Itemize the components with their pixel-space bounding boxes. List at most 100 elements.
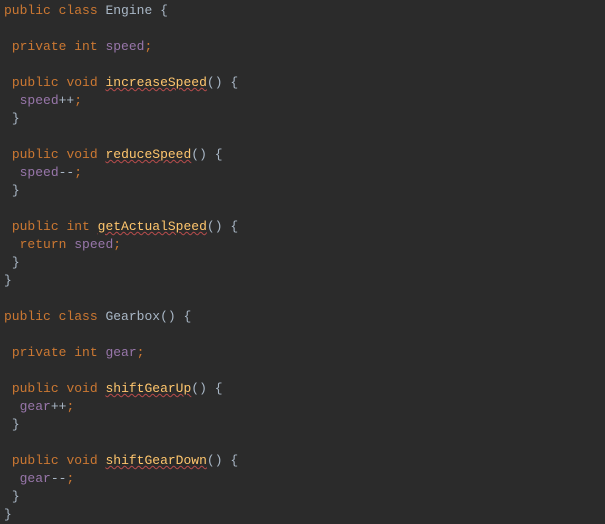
field-speed: speed	[20, 165, 59, 180]
close-paren: )	[215, 453, 223, 468]
open-brace: {	[160, 3, 168, 18]
open-brace: {	[230, 75, 238, 90]
open-brace: {	[215, 381, 223, 396]
code-line: }	[4, 110, 601, 128]
field-speed: speed	[105, 39, 144, 54]
semicolon: ;	[66, 399, 74, 414]
close-brace: }	[12, 183, 20, 198]
code-line	[4, 20, 601, 38]
keyword-void: void	[66, 381, 97, 396]
keyword-void: void	[66, 75, 97, 90]
class-name: Gearbox	[105, 309, 160, 324]
method-shiftGearUp: shiftGearUp	[105, 381, 191, 396]
keyword-private: private	[12, 39, 67, 54]
code-line	[4, 326, 601, 344]
keyword-class: class	[59, 309, 98, 324]
keyword-public: public	[4, 309, 51, 324]
keyword-public: public	[12, 147, 59, 162]
code-line	[4, 56, 601, 74]
operator-decrement: --	[59, 165, 75, 180]
method-getActualSpeed: getActualSpeed	[98, 219, 207, 234]
semicolon: ;	[137, 345, 145, 360]
code-line: }	[4, 488, 601, 506]
open-paren: (	[207, 219, 215, 234]
code-line: gear--;	[4, 470, 601, 488]
code-line: }	[4, 182, 601, 200]
keyword-int: int	[74, 345, 97, 360]
code-line: return speed;	[4, 236, 601, 254]
method-shiftGearDown: shiftGearDown	[105, 453, 206, 468]
keyword-int: int	[74, 39, 97, 54]
open-brace: {	[230, 219, 238, 234]
close-brace: }	[4, 507, 12, 522]
close-brace: }	[12, 111, 20, 126]
open-paren: (	[207, 453, 215, 468]
code-line: }	[4, 272, 601, 290]
keyword-return: return	[20, 237, 67, 252]
semicolon: ;	[74, 165, 82, 180]
open-brace: {	[230, 453, 238, 468]
semicolon: ;	[74, 93, 82, 108]
code-editor[interactable]: public class Engine { private int speed;…	[4, 2, 601, 524]
code-line: private int gear;	[4, 344, 601, 362]
keyword-void: void	[66, 453, 97, 468]
keyword-public: public	[12, 219, 59, 234]
keyword-public: public	[12, 453, 59, 468]
field-gear: gear	[20, 471, 51, 486]
open-paren: (	[191, 381, 199, 396]
code-line: }	[4, 254, 601, 272]
close-paren: )	[199, 147, 207, 162]
code-line: speed++;	[4, 92, 601, 110]
open-paren: (	[191, 147, 199, 162]
field-gear: gear	[105, 345, 136, 360]
open-paren: (	[207, 75, 215, 90]
code-line: public class Engine {	[4, 2, 601, 20]
keyword-void: void	[66, 147, 97, 162]
close-paren: )	[215, 219, 223, 234]
method-reduceSpeed: reduceSpeed	[105, 147, 191, 162]
code-line: public void increaseSpeed() {	[4, 74, 601, 92]
code-line: public void shiftGearDown() {	[4, 452, 601, 470]
operator-increment: ++	[59, 93, 75, 108]
code-line: }	[4, 506, 601, 524]
close-brace: }	[12, 489, 20, 504]
code-line	[4, 290, 601, 308]
code-line: gear++;	[4, 398, 601, 416]
method-increaseSpeed: increaseSpeed	[105, 75, 206, 90]
close-brace: }	[4, 273, 12, 288]
field-speed: speed	[20, 93, 59, 108]
code-line: private int speed;	[4, 38, 601, 56]
keyword-public: public	[4, 3, 51, 18]
code-line	[4, 200, 601, 218]
open-brace: {	[184, 309, 192, 324]
code-line: }	[4, 416, 601, 434]
code-line: speed--;	[4, 164, 601, 182]
class-name: Engine	[105, 3, 152, 18]
keyword-class: class	[59, 3, 98, 18]
field-gear: gear	[20, 399, 51, 414]
code-line: public void shiftGearUp() {	[4, 380, 601, 398]
open-paren: (	[160, 309, 168, 324]
close-paren: )	[168, 309, 176, 324]
close-brace: }	[12, 417, 20, 432]
code-line	[4, 128, 601, 146]
keyword-public: public	[12, 75, 59, 90]
keyword-public: public	[12, 381, 59, 396]
operator-increment: ++	[51, 399, 67, 414]
open-brace: {	[215, 147, 223, 162]
close-brace: }	[12, 255, 20, 270]
keyword-int: int	[66, 219, 89, 234]
operator-decrement: --	[51, 471, 67, 486]
code-line	[4, 362, 601, 380]
semicolon: ;	[66, 471, 74, 486]
code-line: public int getActualSpeed() {	[4, 218, 601, 236]
field-speed: speed	[74, 237, 113, 252]
close-paren: )	[199, 381, 207, 396]
code-line: public class Gearbox() {	[4, 308, 601, 326]
keyword-private: private	[12, 345, 67, 360]
close-paren: )	[215, 75, 223, 90]
semicolon: ;	[144, 39, 152, 54]
code-line: public void reduceSpeed() {	[4, 146, 601, 164]
code-line	[4, 434, 601, 452]
semicolon: ;	[113, 237, 121, 252]
